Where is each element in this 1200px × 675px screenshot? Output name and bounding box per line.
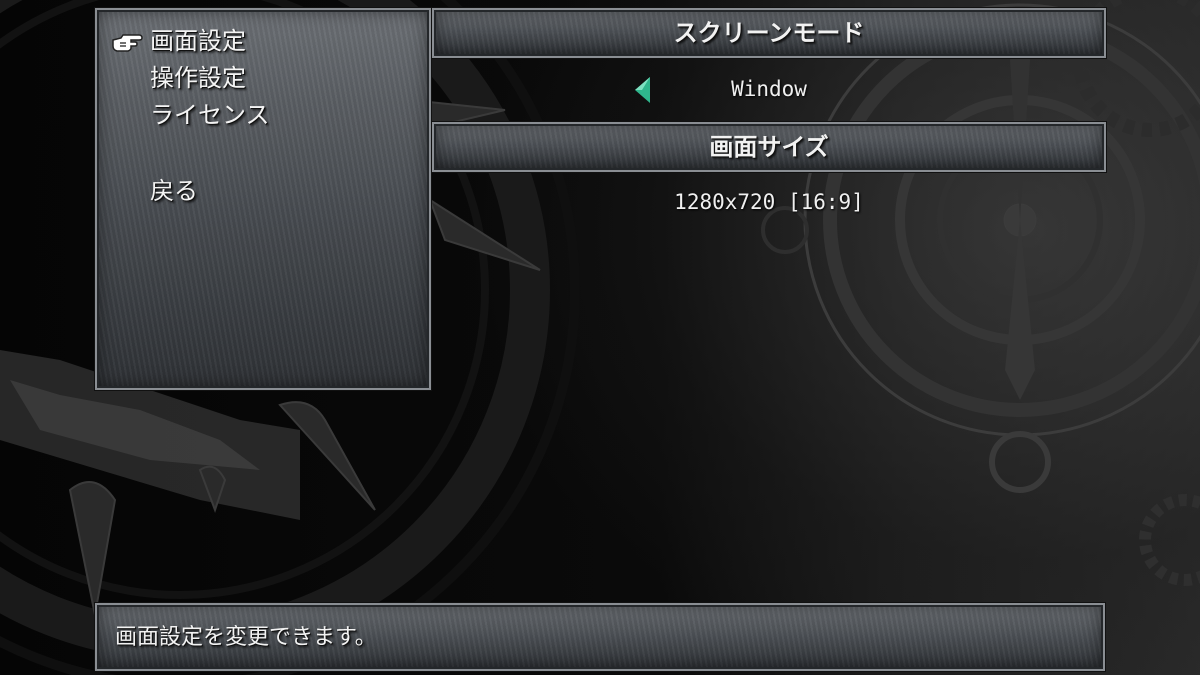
screen-mode-header: スクリーンモード — [432, 8, 1106, 58]
screen-size-title: 画面サイズ — [709, 133, 829, 161]
help-message-text: 画面設定を変更できます。 — [115, 625, 377, 650]
menu-item-control-settings[interactable]: 操作設定 — [150, 61, 246, 95]
menu-item-screen-settings[interactable]: 画面設定 — [150, 24, 246, 58]
screen-mode-value[interactable]: Window — [669, 74, 869, 104]
menu-item-back[interactable]: 戻る — [150, 174, 198, 208]
main-menu-panel: 画面設定 操作設定 ライセンス 戻る — [95, 8, 431, 390]
screen-size-value[interactable]: 1280x720 [16:9] — [619, 187, 919, 217]
pointing-hand-icon — [112, 34, 143, 52]
screen-size-header: 画面サイズ — [432, 122, 1106, 172]
left-arrow-icon[interactable] — [632, 75, 652, 105]
screen-mode-title: スクリーンモード — [673, 19, 865, 47]
help-message-panel: 画面設定を変更できます。 — [95, 603, 1105, 671]
menu-item-license[interactable]: ライセンス — [150, 98, 270, 132]
